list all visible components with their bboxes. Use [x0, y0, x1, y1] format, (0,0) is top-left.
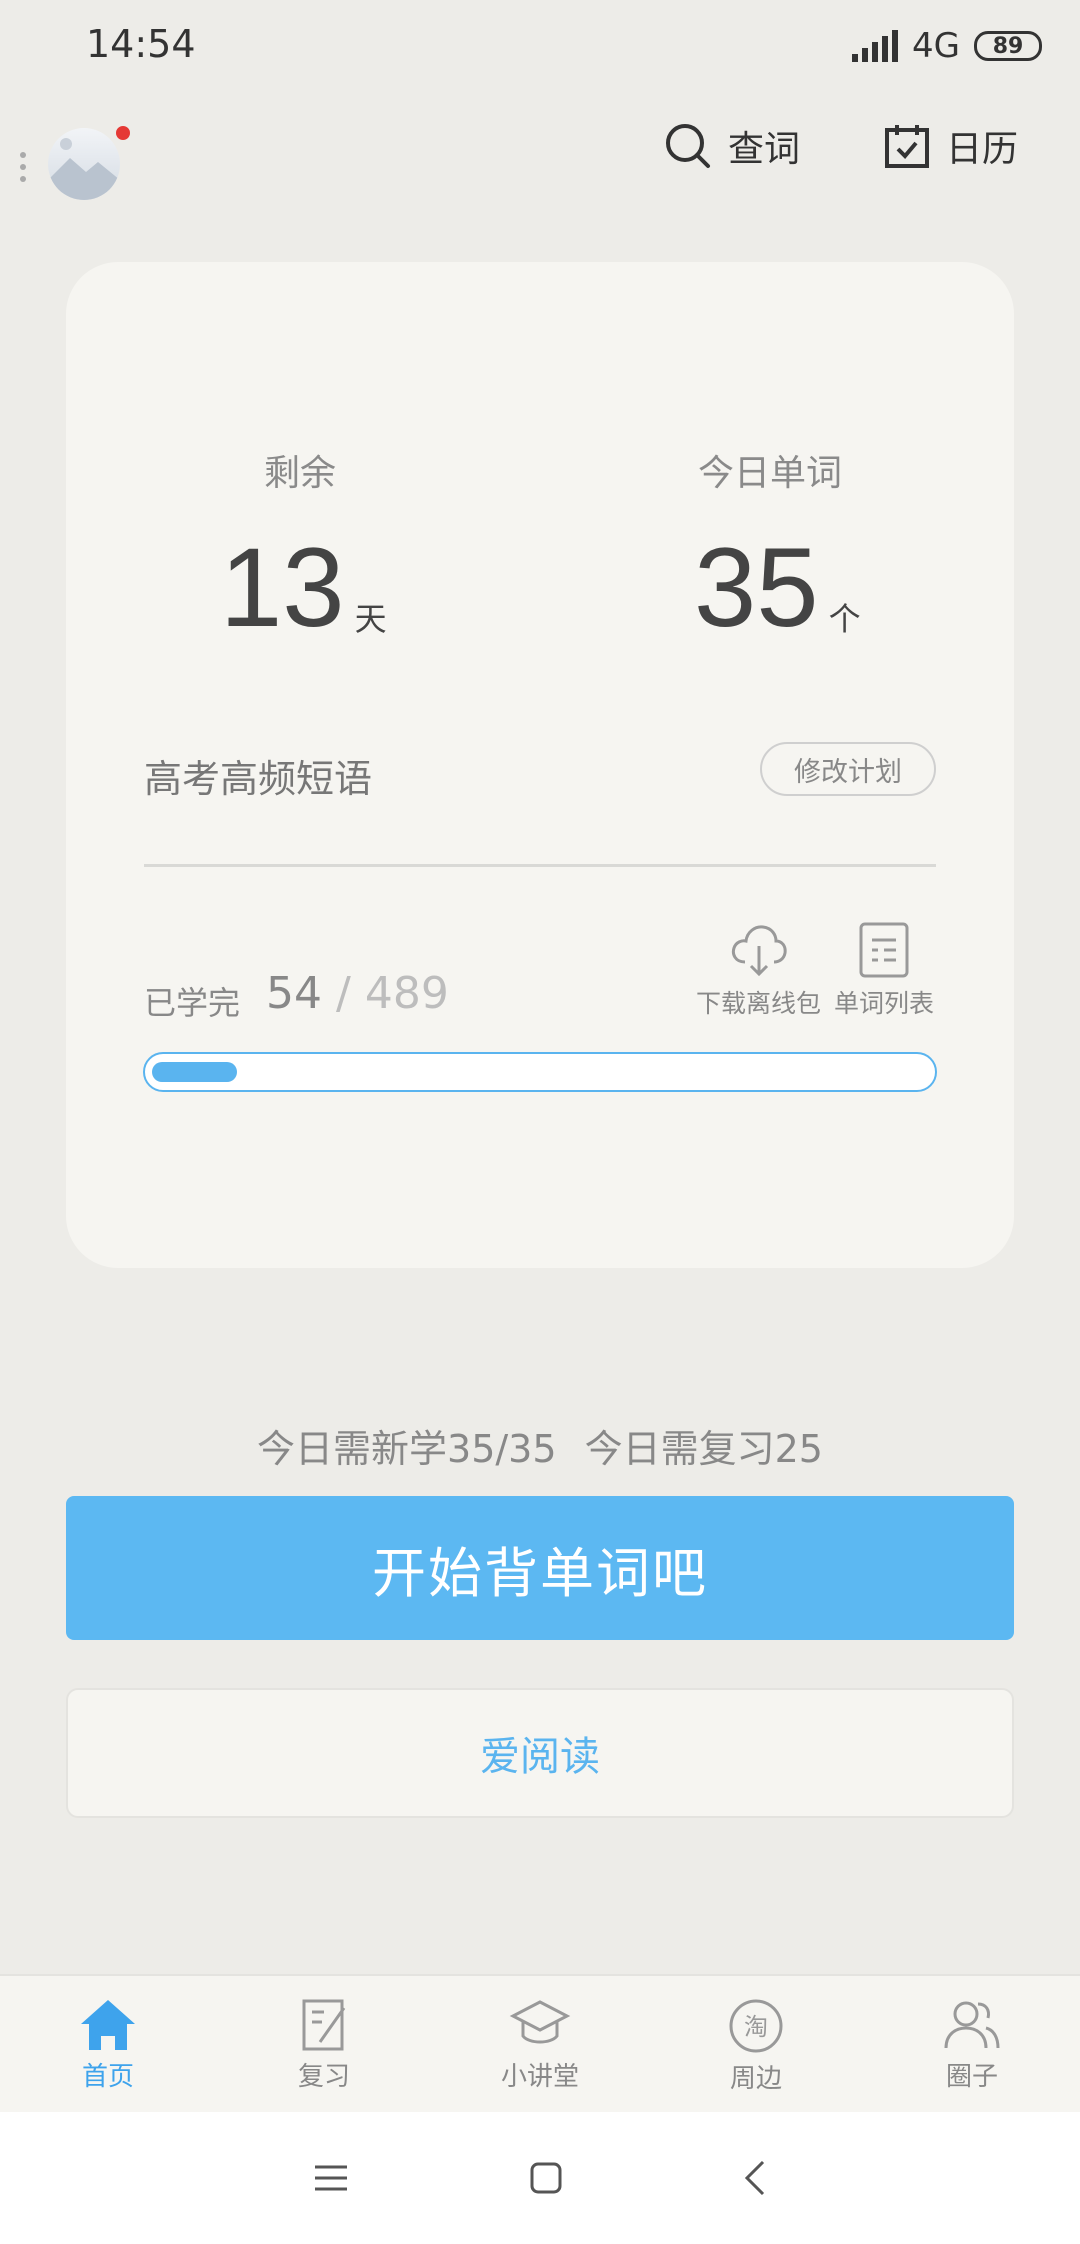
- nav-item-home[interactable]: 首页: [0, 1976, 216, 2112]
- learned-progress-text: 54 / 489: [266, 968, 449, 1019]
- total-count: 489: [364, 968, 449, 1019]
- calendar-button[interactable]: 日历: [884, 120, 1018, 172]
- review-words-today: 今日需复习25: [584, 1427, 823, 1471]
- nav-item-review[interactable]: 复习: [216, 1976, 432, 2112]
- battery-icon: 89: [974, 31, 1042, 61]
- today-words-value: 35: [694, 525, 819, 650]
- count-separator: /: [336, 968, 351, 1019]
- nav-label-circle: 圈子: [945, 2062, 998, 2092]
- battery-level: 89: [992, 33, 1024, 59]
- remaining-days-value: 13: [220, 525, 345, 650]
- download-offline-button[interactable]: 下载离线包: [696, 922, 821, 1020]
- progress-fill: [152, 1062, 237, 1082]
- bottom-nav: 首页 复习 小讲堂 淘 周边 圈子: [0, 1974, 1080, 2112]
- lookup-word-label: 查词: [728, 129, 801, 170]
- drawer-handle[interactable]: [20, 152, 28, 182]
- svg-text:淘: 淘: [744, 2013, 768, 2041]
- review-icon: [302, 1999, 346, 2051]
- remaining-days-label: 剩余: [264, 453, 337, 494]
- landscape-placeholder-icon: [48, 138, 120, 200]
- word-list-label: 单词列表: [834, 989, 935, 1018]
- network-type: 4G: [912, 26, 960, 66]
- calendar-check-icon: [885, 125, 929, 168]
- system-nav-bar: [0, 2112, 1080, 2244]
- nav-label-home: 首页: [81, 2062, 134, 2092]
- document-list-icon: [859, 922, 909, 978]
- edit-plan-button[interactable]: 修改计划: [760, 742, 936, 796]
- today-words: 35 个: [694, 532, 861, 644]
- nav-item-circle[interactable]: 圈子: [864, 1976, 1080, 2112]
- signal-icon: [852, 30, 899, 62]
- search-icon: [666, 124, 710, 168]
- start-memorize-button[interactable]: 开始背单词吧: [66, 1496, 1014, 1640]
- nav-label-lecture: 小讲堂: [500, 2062, 579, 2092]
- remaining-days-unit: 天: [354, 600, 387, 638]
- people-icon: [944, 2001, 1000, 2049]
- learned-count: 54: [266, 968, 322, 1019]
- status-indicators: 4G 89: [852, 26, 1042, 66]
- word-list-button[interactable]: 单词列表: [834, 922, 934, 1020]
- plan-name: 高考高频短语: [144, 757, 373, 801]
- notification-dot: [116, 126, 130, 140]
- graduation-cap-icon: [509, 2000, 571, 2044]
- learning-progress-bar: [143, 1052, 937, 1092]
- recent-apps-icon[interactable]: [313, 2163, 349, 2193]
- back-icon[interactable]: [743, 2160, 767, 2196]
- cloud-download-icon: [731, 925, 787, 977]
- learned-label: 已学完: [144, 984, 241, 1022]
- home-square-icon[interactable]: [529, 2161, 563, 2195]
- daily-summary: 今日需新学35/35 今日需复习25: [0, 1418, 1080, 1473]
- calendar-label: 日历: [946, 129, 1019, 170]
- today-words-unit: 个: [828, 600, 861, 638]
- nav-item-nearby[interactable]: 淘 周边: [648, 1976, 864, 2112]
- card-divider: [144, 864, 936, 867]
- new-words-today: 今日需新学35/35: [257, 1427, 557, 1471]
- love-reading-button[interactable]: 爱阅读: [66, 1688, 1014, 1818]
- download-offline-label: 下载离线包: [696, 989, 822, 1018]
- nav-label-nearby: 周边: [729, 2064, 782, 2094]
- nav-item-lecture[interactable]: 小讲堂: [432, 1976, 648, 2112]
- taobao-icon: 淘: [729, 1999, 783, 2053]
- avatar[interactable]: [48, 128, 120, 200]
- home-icon: [81, 2000, 135, 2050]
- remaining-days: 13 天: [220, 532, 387, 644]
- today-words-label: 今日单词: [698, 453, 843, 494]
- nav-label-review: 复习: [297, 2062, 350, 2092]
- status-time: 14:54: [86, 22, 196, 66]
- lookup-word-button[interactable]: 查词: [664, 120, 800, 172]
